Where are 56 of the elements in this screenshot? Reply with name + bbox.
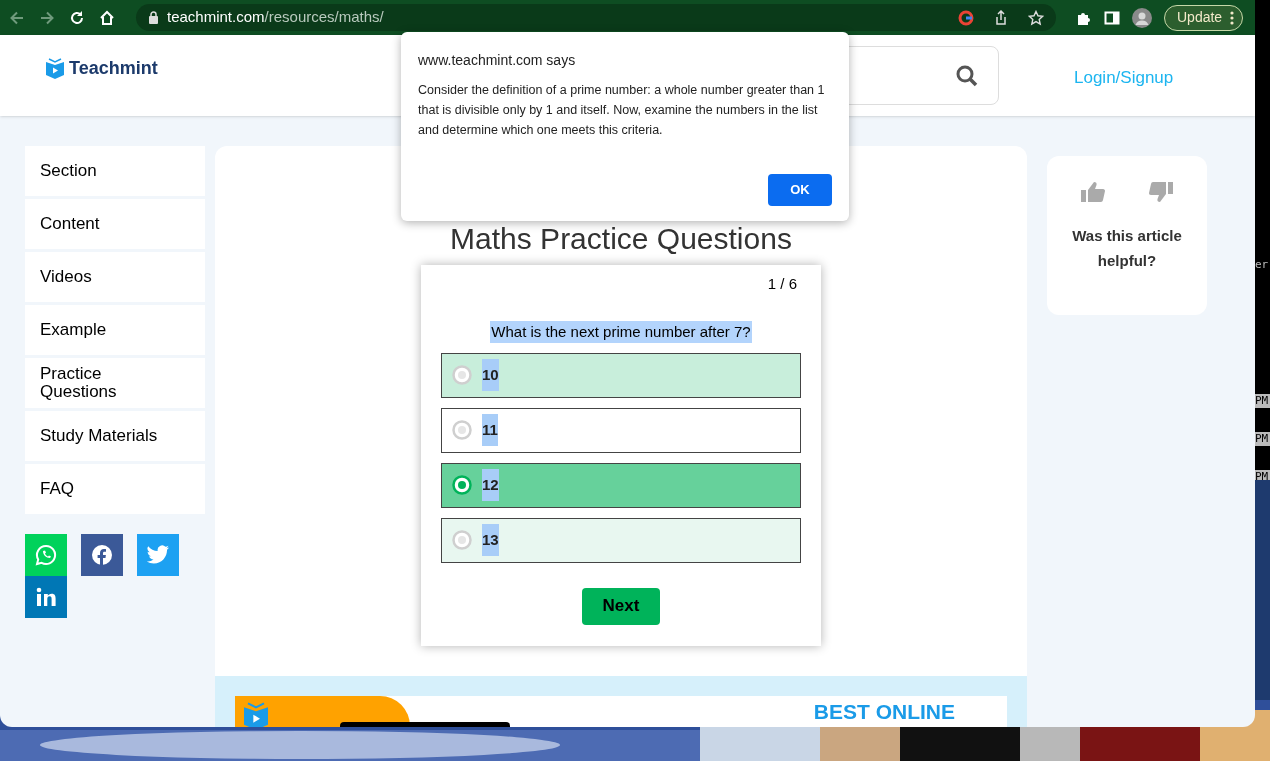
dialog-title: www.teachmint.com says	[418, 51, 577, 70]
feedback-question: Was this article helpful?	[1071, 226, 1183, 271]
sidebar-item[interactable]: Example	[25, 305, 205, 355]
page-title: Maths Practice Questions	[450, 222, 792, 256]
option-label: 11	[482, 414, 498, 446]
question-text: What is the next prime number after 7?	[490, 320, 752, 343]
sidebar-item[interactable]: Videos	[25, 252, 205, 302]
sidebar-item[interactable]: Content	[25, 199, 205, 249]
answer-option[interactable]: 13	[441, 517, 801, 563]
dialog-message: Consider the definition of a prime number: a whole number greater than 1 that is divisible only by 1 and itself. Now, examine the numbers in the list and determine which one meets this criteria.	[418, 82, 826, 139]
address-bar[interactable]: teachmint.com/resources/maths/	[136, 4, 1056, 31]
ok-button[interactable]: OK	[768, 174, 832, 206]
sidebar-item[interactable]: Practice Questions	[25, 358, 205, 408]
answer-option[interactable]: 11	[441, 407, 801, 453]
linkedin-icon	[36, 587, 56, 607]
answer-option[interactable]: 10	[441, 352, 801, 398]
answer-option[interactable]: 12	[441, 462, 801, 508]
radio-button[interactable]	[452, 365, 472, 385]
terminal-text: PM	[1255, 432, 1270, 446]
chat-icon	[35, 544, 57, 566]
thumbs-up-icon[interactable]	[1081, 181, 1105, 203]
url-text: teachmint.com/resources/maths/	[167, 7, 384, 28]
home-icon[interactable]	[98, 8, 116, 27]
search-icon[interactable]	[956, 64, 978, 87]
thumbs-down-icon[interactable]	[1149, 181, 1173, 203]
radio-button[interactable]	[452, 475, 472, 495]
share-button[interactable]	[81, 534, 123, 576]
logo-icon	[45, 58, 65, 79]
terminal-text: PM	[1255, 394, 1270, 408]
terminal-text: er	[1255, 258, 1270, 272]
question-counter: 1 / 6	[767, 274, 797, 294]
share-button[interactable]	[25, 576, 67, 618]
lock-icon[interactable]	[148, 11, 159, 24]
option-label: 10	[482, 359, 499, 391]
avatar-icon[interactable]	[1132, 7, 1152, 28]
facebook-icon	[91, 544, 113, 566]
share-button[interactable]	[137, 534, 179, 576]
sidebar-item[interactable]: Section	[25, 146, 205, 196]
terminal-text: PM	[1255, 470, 1270, 480]
radio-button[interactable]	[452, 420, 472, 440]
logo-icon	[242, 702, 270, 727]
share-icon[interactable]	[994, 9, 1008, 26]
banner-headline: BEST ONLINE	[813, 700, 955, 725]
more-icon[interactable]	[1230, 10, 1235, 25]
next-button[interactable]: Next	[582, 587, 660, 625]
sidebar-icon[interactable]	[1104, 9, 1120, 26]
star-icon[interactable]	[1028, 9, 1044, 26]
option-label: 12	[482, 469, 499, 501]
bird-icon	[146, 545, 170, 565]
option-label: 13	[482, 524, 499, 556]
sidebar-item[interactable]: Study Materials	[25, 411, 205, 461]
google-icon[interactable]	[958, 9, 974, 26]
logo-text[interactable]: Teachmint	[69, 55, 158, 82]
update-button[interactable]: Update	[1164, 4, 1244, 31]
radio-button[interactable]	[452, 530, 472, 550]
sidebar-item[interactable]: FAQ	[25, 464, 205, 514]
